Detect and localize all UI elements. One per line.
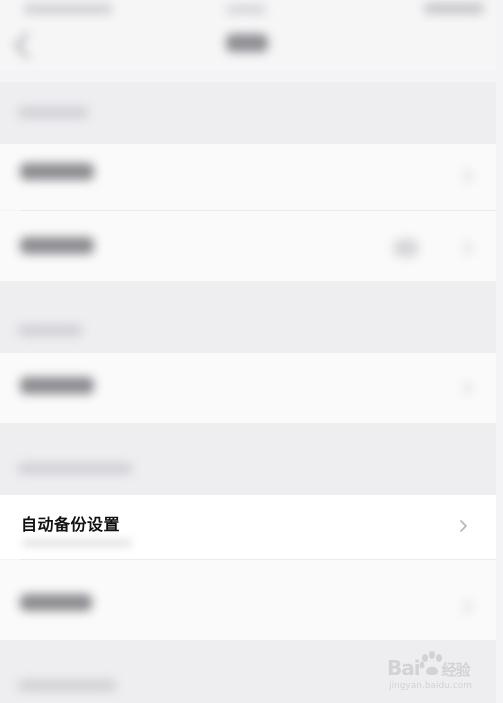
- watermark: Bai 经验 jingyan.baidu.com: [383, 650, 483, 696]
- settings-row[interactable]: [0, 353, 496, 423]
- section-header-label: [18, 107, 88, 118]
- chevron-right-icon: [460, 520, 467, 532]
- auto-backup-settings-label: 自动备份设置: [21, 515, 121, 534]
- section-header-label: [18, 463, 132, 474]
- settings-row-label: [20, 237, 94, 254]
- chevron-right-icon: [457, 240, 473, 256]
- settings-row-label: [20, 377, 94, 394]
- section-header: [0, 423, 496, 495]
- status-bar-left: [24, 4, 112, 14]
- settings-row-label: [20, 163, 94, 180]
- chevron-right-icon: [457, 599, 473, 615]
- settings-row[interactable]: [0, 560, 496, 640]
- settings-row[interactable]: [0, 144, 496, 210]
- status-bar-right: [424, 3, 484, 14]
- paw-icon: [419, 651, 442, 675]
- settings-row[interactable]: [0, 211, 496, 281]
- section-header-label: [18, 325, 82, 336]
- auto-backup-settings-row[interactable]: 自动备份设置: [0, 495, 496, 559]
- chevron-right-icon: [457, 380, 473, 396]
- navigation-bar: [0, 22, 496, 70]
- section-header: [0, 82, 496, 144]
- watermark-url: jingyan.baidu.com: [389, 681, 473, 691]
- page-title: [226, 34, 268, 52]
- auto-backup-settings-description: [22, 539, 132, 547]
- back-icon[interactable]: [14, 32, 41, 59]
- section-header-label: [18, 680, 116, 691]
- status-bar: [0, 0, 496, 22]
- status-bar-time: [226, 5, 266, 14]
- section-header: [0, 281, 496, 353]
- settings-row-label: [20, 594, 92, 611]
- chevron-right-icon: [457, 168, 473, 184]
- settings-row-value: [394, 239, 418, 257]
